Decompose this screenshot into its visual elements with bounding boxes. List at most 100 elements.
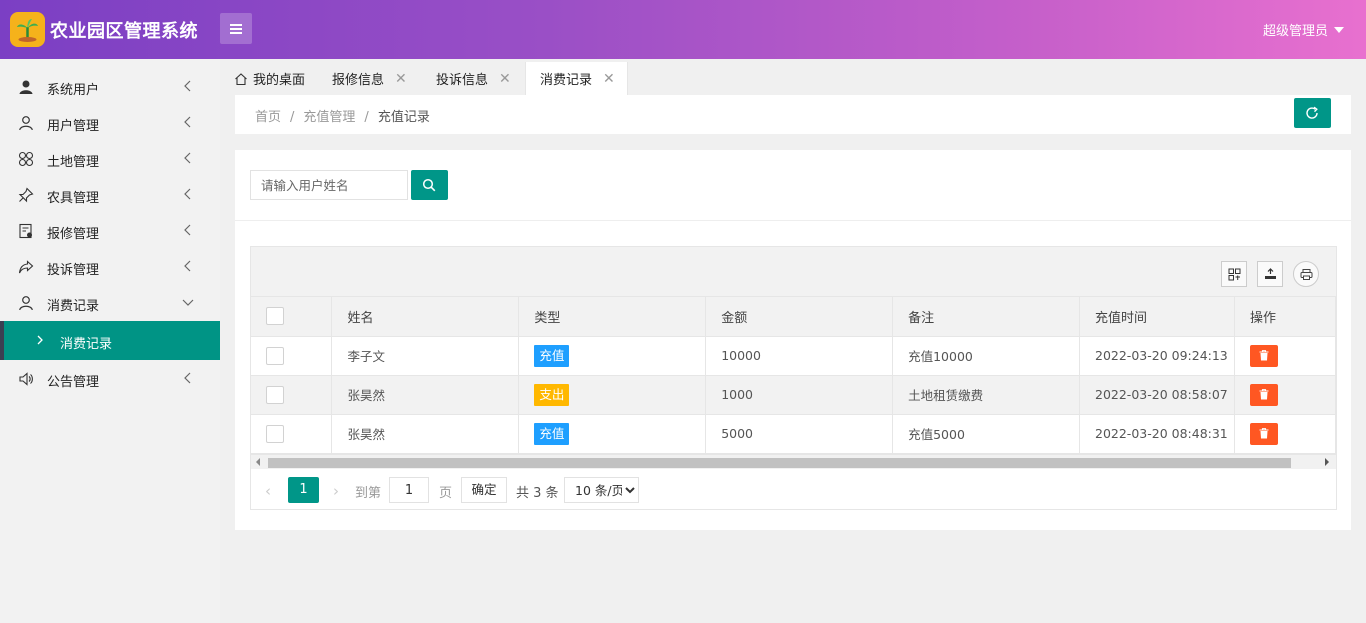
table-toolbar (251, 247, 1336, 297)
sidebar-subitem-consumption-records[interactable]: 消费记录 (0, 321, 220, 360)
export-button[interactable] (1257, 261, 1283, 287)
caret-down-icon (1334, 26, 1344, 33)
sidebar-item-label: 公告管理 (47, 375, 100, 390)
search-button[interactable] (411, 170, 448, 200)
prev-page-icon[interactable]: ‹ (265, 482, 271, 500)
sidebar-item-consumption-records[interactable]: 消费记录 (0, 285, 220, 321)
cell-time: 2022-03-20 08:58:07 (1079, 375, 1235, 415)
tab-repair-info[interactable]: 报修信息 ✕ (332, 62, 407, 95)
goto-confirm-button[interactable]: 确定 (461, 477, 507, 503)
tab-consumption-records[interactable]: 消费记录 ✕ (525, 62, 628, 95)
tab-label: 报修信息 (332, 73, 385, 88)
sidebar-item-announcement-management[interactable]: 公告管理 (0, 361, 220, 397)
trash-icon (1259, 349, 1269, 360)
scrollbar-thumb[interactable] (268, 458, 1291, 468)
clover-icon (18, 151, 34, 167)
column-header-name[interactable]: 姓名 (331, 297, 520, 337)
sidebar-item-label: 农具管理 (47, 191, 100, 206)
tab-label: 投诉信息 (436, 73, 489, 88)
cell-amount: 10000 (705, 336, 894, 376)
select-all-cell (251, 297, 333, 337)
goto-page-input[interactable] (389, 477, 429, 503)
type-badge: 支出 (534, 383, 570, 406)
column-header-type[interactable]: 类型 (518, 297, 707, 337)
cell-note: 土地租赁缴费 (892, 375, 1080, 415)
chevron-left-icon (184, 116, 191, 128)
active-indicator (0, 321, 4, 360)
row-checkbox[interactable] (266, 346, 284, 365)
main-card: 姓名 类型 金额 备注 充值时间 操作 李子文 充值 10000 充值10000… (235, 150, 1351, 530)
type-badge: 充值 (534, 422, 570, 445)
cell-name: 张昊然 (331, 375, 520, 415)
sidebar-toggle-button[interactable] (220, 13, 252, 44)
delete-button[interactable] (1249, 383, 1278, 406)
sidebar-item-complaint-management[interactable]: 投诉管理 (0, 249, 220, 285)
app-title: 农业园区管理系统 (50, 21, 198, 42)
user-name: 超级管理员 (1262, 24, 1328, 39)
next-page-icon[interactable]: › (333, 482, 339, 500)
select-all-checkbox[interactable] (266, 307, 284, 326)
scroll-left-icon[interactable] (256, 458, 260, 466)
search-input[interactable] (250, 170, 408, 200)
scroll-right-icon[interactable] (1325, 458, 1329, 466)
pagination: ‹ 1 › 到第 页 确定 共 3 条 10 条/页 (251, 470, 1336, 510)
column-header-actions: 操作 (1233, 297, 1337, 337)
breadcrumb-home[interactable]: 首页 (255, 110, 281, 125)
row-checkbox[interactable] (266, 385, 284, 404)
page-label: 页 (439, 486, 453, 501)
column-header-time[interactable]: 充值时间 (1079, 297, 1235, 337)
user-filled-icon (19, 80, 33, 94)
repair-icon (19, 223, 32, 239)
user-outline-icon (19, 296, 33, 311)
delete-button[interactable] (1249, 344, 1278, 367)
print-button[interactable] (1293, 261, 1319, 287)
horizontal-scrollbar[interactable] (251, 454, 1336, 469)
total-count: 共 3 条 (516, 486, 559, 501)
page-size-select[interactable]: 10 条/页 (564, 477, 639, 503)
search-icon (422, 178, 436, 192)
sidebar-item-repair-management[interactable]: 报修管理 (0, 213, 220, 249)
current-page-button[interactable]: 1 (288, 477, 319, 503)
column-header-note[interactable]: 备注 (892, 297, 1080, 337)
row-checkbox[interactable] (266, 424, 284, 443)
table-row: 张昊然 支出 1000 土地租赁缴费 2022-03-20 08:58:07 (251, 375, 1337, 415)
pin-icon (18, 187, 34, 203)
sidebar-item-system-users[interactable]: 系统用户 (0, 69, 220, 105)
app-logo (10, 12, 45, 47)
chevron-down-icon (182, 299, 194, 306)
refresh-icon (1306, 106, 1318, 119)
cell-note: 充值10000 (892, 336, 1080, 376)
type-badge: 充值 (534, 344, 570, 367)
column-header-amount[interactable]: 金额 (705, 297, 894, 337)
close-icon[interactable]: ✕ (499, 71, 511, 87)
cell-time: 2022-03-20 08:48:31 (1079, 414, 1235, 454)
sidebar-item-label: 报修管理 (47, 227, 100, 242)
chevron-left-icon (184, 188, 191, 200)
sidebar-item-label: 消费记录 (47, 299, 100, 314)
table-header-row: 姓名 类型 金额 备注 充值时间 操作 (251, 297, 1337, 337)
chevron-left-icon (184, 260, 191, 272)
breadcrumb-section[interactable]: 充值管理 (303, 110, 355, 125)
home-icon (235, 72, 247, 85)
divider (235, 220, 1351, 221)
records-table: 姓名 类型 金额 备注 充值时间 操作 李子文 充值 10000 充值10000… (251, 297, 1337, 454)
user-menu[interactable]: 超级管理员 (1263, 20, 1344, 39)
sidebar-item-label: 用户管理 (47, 119, 100, 134)
close-icon[interactable]: ✕ (395, 71, 407, 87)
sidebar-item-label: 土地管理 (47, 155, 100, 170)
chevron-left-icon (184, 152, 191, 164)
columns-filter-button[interactable] (1221, 261, 1247, 287)
table-row: 张昊然 充值 5000 充值5000 2022-03-20 08:48:31 (251, 414, 1337, 454)
tab-complaint-info[interactable]: 投诉信息 ✕ (436, 62, 511, 95)
breadcrumb-separator: / (290, 110, 295, 125)
refresh-button[interactable] (1294, 98, 1331, 128)
close-icon[interactable]: ✕ (603, 71, 615, 87)
sidebar-item-tool-management[interactable]: 农具管理 (0, 177, 220, 213)
tab-label: 我的桌面 (253, 73, 306, 88)
cell-name: 李子文 (331, 336, 520, 376)
sidebar-item-land-management[interactable]: 土地管理 (0, 141, 220, 177)
delete-button[interactable] (1249, 422, 1278, 445)
cell-name: 张昊然 (331, 414, 520, 454)
sidebar-item-user-management[interactable]: 用户管理 (0, 105, 220, 141)
tab-my-desktop[interactable]: 我的桌面 (234, 62, 305, 95)
